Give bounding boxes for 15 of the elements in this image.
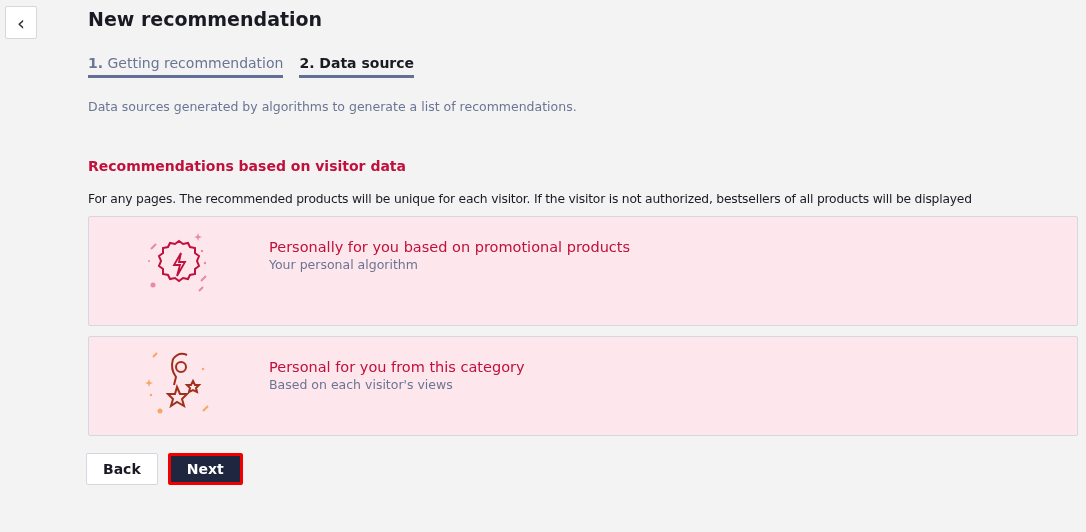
page-title: New recommendation — [88, 8, 324, 30]
back-button[interactable]: ‹ — [5, 6, 37, 39]
section-description: For any pages. The recommended products will be unique for each visitor. If the visitor is not authorized, bestsellers of all products will be displayed — [88, 192, 973, 206]
option-title: Personal for you from this category — [269, 359, 525, 375]
step-tab[interactable]: 2. Data source — [299, 55, 415, 78]
option-subtitle: Your personal algorithm — [269, 257, 419, 272]
option-subtitle: Based on each visitor's views — [269, 377, 454, 392]
back-button[interactable]: Back — [86, 453, 158, 485]
next-button[interactable]: Next — [167, 453, 243, 485]
option-title: Personally for you based on promotional products — [269, 239, 631, 255]
option-card[interactable]: Personally for you based on promotional products Your personal algorithm — [88, 216, 1078, 326]
section-title: Recommendations based on visitor data — [88, 158, 407, 174]
option-card[interactable]: Personal for you from this category Based on each visitor's views — [88, 336, 1078, 436]
step-tab[interactable]: 1. Getting recommendation — [88, 55, 284, 78]
description-text: Data sources generated by algorithms to generate a list of recommendations. — [88, 99, 578, 114]
